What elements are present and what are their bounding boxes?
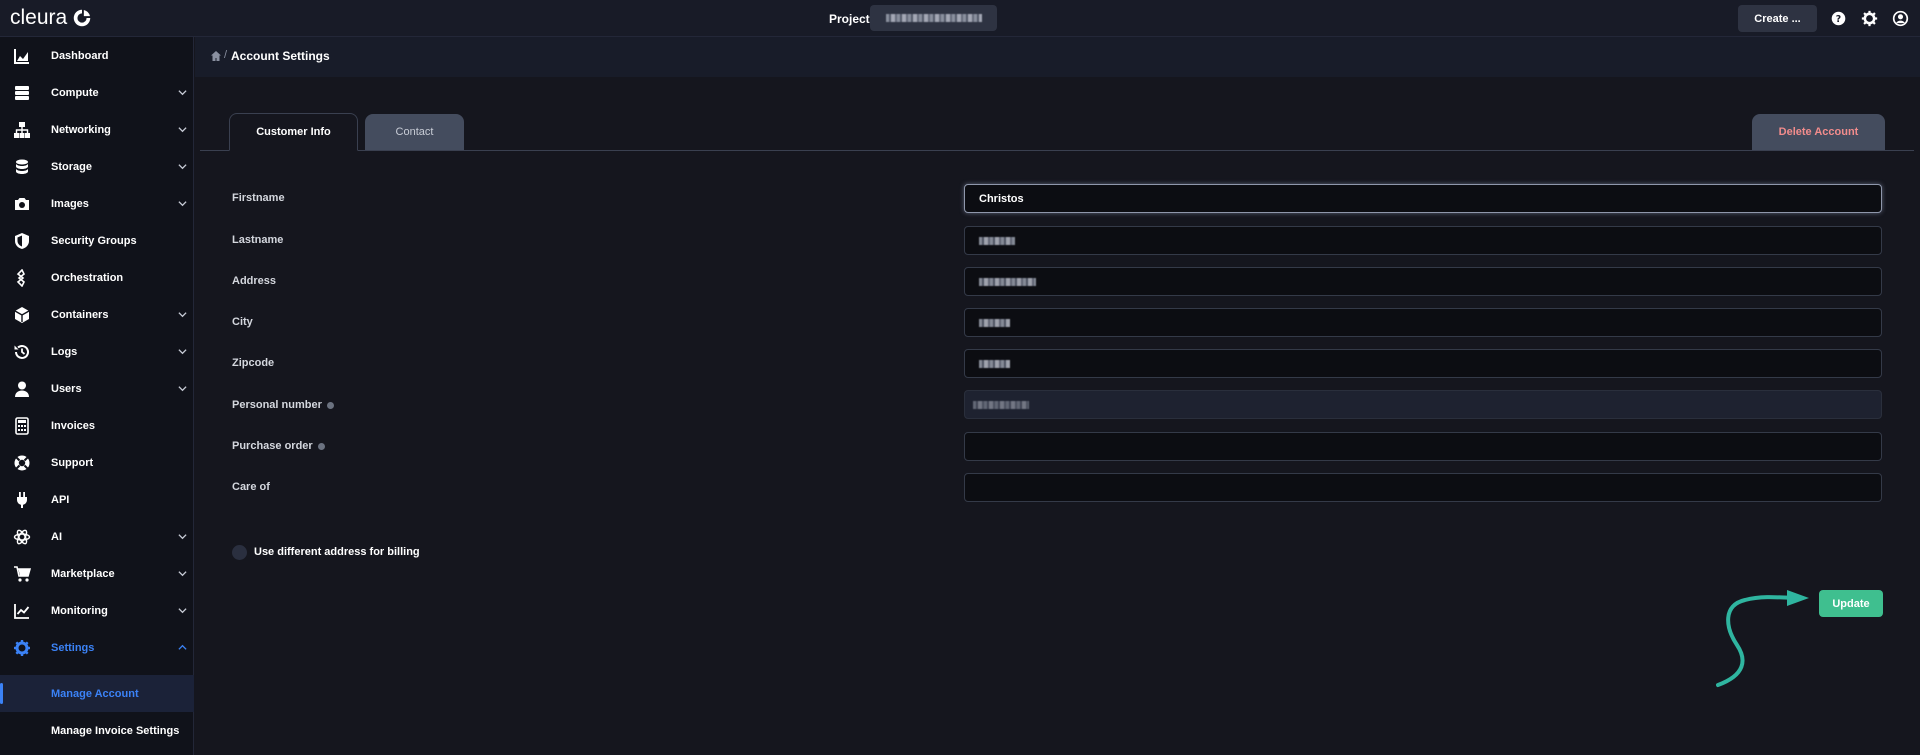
redacted-value: [979, 318, 1010, 327]
sidebar-item-networking[interactable]: Networking: [0, 111, 194, 148]
breadcrumb-separator: /: [224, 49, 228, 61]
sidebar-item-dashboard[interactable]: Dashboard: [0, 37, 194, 74]
sidebar-item-storage[interactable]: Storage: [0, 148, 194, 185]
care-of-label: Care of: [232, 481, 270, 493]
create-button[interactable]: Create ...: [1738, 5, 1817, 32]
city-field[interactable]: [964, 308, 1882, 337]
svg-text:?: ?: [1836, 14, 1841, 25]
cube-icon: [14, 306, 30, 323]
purchase-order-label: Purchase order: [232, 440, 325, 452]
sidebar-item-orchestration[interactable]: Orchestration: [0, 259, 194, 296]
info-icon[interactable]: [317, 442, 325, 450]
project-name-redacted: [885, 14, 982, 22]
camera-icon: [15, 197, 29, 210]
sidebar-item-monitoring[interactable]: Monitoring: [0, 592, 194, 629]
database-icon: [16, 159, 28, 174]
chevron-down-icon: [178, 386, 187, 392]
billing-address-toggle-label: Use different address for billing: [254, 546, 420, 558]
orchestration-icon: [16, 268, 26, 287]
brand-logo[interactable]: cleura: [10, 6, 93, 30]
lastname-label: Lastname: [232, 234, 284, 246]
redacted-value: [979, 359, 1010, 368]
chart-area-icon: [14, 48, 29, 64]
help-icon[interactable]: ?: [1830, 10, 1847, 27]
account-icon[interactable]: [1892, 10, 1909, 27]
redacted-value: [979, 277, 1036, 286]
redacted-value: [973, 400, 1029, 409]
sidebar-item-marketplace[interactable]: Marketplace: [0, 555, 194, 592]
zipcode-field[interactable]: [964, 349, 1882, 378]
address-label: Address: [232, 275, 277, 287]
chevron-down-icon: [178, 312, 187, 318]
network-icon: [14, 121, 30, 138]
page-title: Account Settings: [231, 49, 330, 63]
sidebar-item-containers[interactable]: Containers: [0, 296, 194, 333]
lifebuoy-icon: [14, 455, 30, 470]
chevron-down-icon: [178, 571, 187, 577]
user-icon: [15, 381, 29, 397]
personal-number-field: [964, 390, 1882, 419]
address-field[interactable]: [964, 267, 1882, 296]
chevron-down-icon: [178, 201, 187, 207]
server-icon: [15, 85, 29, 100]
lastname-field[interactable]: [964, 226, 1882, 255]
history-icon: [14, 344, 29, 359]
annotation-arrow-icon: [1716, 590, 1809, 687]
line-chart-icon: [14, 603, 30, 619]
sidebar-item-security-groups[interactable]: Security Groups: [0, 222, 194, 259]
personal-number-label: Personal number: [232, 399, 334, 411]
sidebar-item-settings[interactable]: Settings: [0, 629, 194, 666]
city-label: City: [232, 316, 253, 328]
delete-account-button[interactable]: Delete Account: [1752, 114, 1885, 150]
sidebar: Dashboard Compute Networking Storage Ima…: [0, 37, 194, 755]
firstname-field[interactable]: Christos: [964, 184, 1882, 213]
project-label: Project: [829, 12, 870, 26]
plug-icon: [17, 491, 27, 508]
tab-customer-info[interactable]: Customer Info: [229, 113, 358, 151]
tab-contact[interactable]: Contact: [365, 114, 464, 150]
billing-address-toggle[interactable]: [232, 545, 247, 560]
brand-name: cleura: [10, 6, 68, 29]
chevron-down-icon: [178, 164, 187, 170]
cleura-logo-icon: [73, 9, 91, 27]
chevron-down-icon: [178, 127, 187, 133]
sidebar-item-api[interactable]: API: [0, 481, 194, 518]
care-of-field[interactable]: [964, 473, 1882, 502]
active-indicator: [0, 683, 3, 704]
chevron-down-icon: [178, 534, 187, 540]
chevron-down-icon: [178, 90, 187, 96]
sidebar-item-support[interactable]: Support: [0, 444, 194, 481]
chevron-up-icon: [178, 644, 187, 650]
sidebar-subitem-manage-account[interactable]: Manage Account: [0, 675, 194, 712]
breadcrumb: / Account Settings: [195, 37, 1920, 77]
calculator-icon: [15, 416, 29, 435]
update-button[interactable]: Update: [1819, 590, 1883, 617]
sidebar-item-users[interactable]: Users: [0, 370, 194, 407]
shield-icon: [15, 232, 29, 249]
sidebar-item-logs[interactable]: Logs: [0, 333, 194, 370]
tab-divider: [200, 150, 1914, 151]
firstname-label: Firstname: [232, 192, 285, 204]
top-bar: cleura Project Create ... ?: [0, 0, 1920, 37]
chevron-down-icon: [178, 349, 187, 355]
sidebar-item-compute[interactable]: Compute: [0, 74, 194, 111]
redacted-value: [979, 236, 1015, 245]
ai-icon: [13, 529, 31, 544]
project-selector[interactable]: [870, 5, 997, 31]
sidebar-item-images[interactable]: Images: [0, 185, 194, 222]
settings-gear-icon[interactable]: [1861, 10, 1878, 27]
info-icon[interactable]: [326, 401, 334, 409]
sidebar-item-invoices[interactable]: Invoices: [0, 407, 194, 444]
sidebar-item-ai[interactable]: AI: [0, 518, 194, 555]
sidebar-subitem-manage-invoice-settings[interactable]: Manage Invoice Settings: [0, 712, 194, 749]
gear-icon: [14, 639, 30, 656]
zipcode-label: Zipcode: [232, 357, 275, 369]
home-icon[interactable]: [210, 50, 222, 62]
chevron-down-icon: [178, 608, 187, 614]
cart-icon: [14, 565, 31, 582]
purchase-order-field[interactable]: [964, 432, 1882, 461]
